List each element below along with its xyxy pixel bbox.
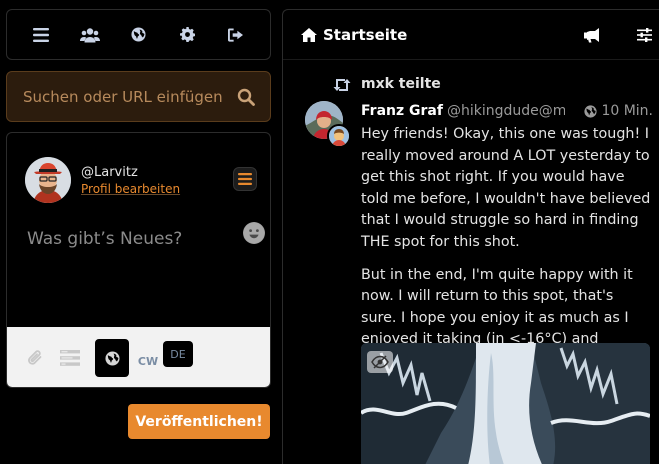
timeline-title[interactable]: Startseite bbox=[323, 26, 407, 44]
privacy-globe-icon[interactable] bbox=[95, 339, 129, 377]
globe-icon[interactable] bbox=[127, 24, 149, 46]
post-time: 10 Min. bbox=[601, 103, 653, 119]
compose-profile: @Larvitz Profil bearbeiten bbox=[25, 157, 180, 203]
home-icon bbox=[301, 27, 317, 43]
post-paragraph: Hey friends! Okay, this one was tough! I… bbox=[361, 126, 651, 250]
poll-icon[interactable] bbox=[59, 348, 81, 368]
post-header: Franz Graf @hikingdude@mas… 10 Min. bbox=[361, 101, 657, 121]
menu-icon[interactable] bbox=[30, 24, 52, 46]
people-icon[interactable] bbox=[79, 24, 101, 46]
search-bar bbox=[6, 71, 271, 122]
content-warning-button[interactable]: CW bbox=[137, 349, 159, 368]
compose-box: @Larvitz Profil bearbeiten Was gibt’s Ne… bbox=[6, 132, 271, 388]
compose-menu-button[interactable] bbox=[233, 167, 257, 191]
post-author-acct[interactable]: @hikingdude@mas… bbox=[447, 103, 565, 119]
search-input[interactable] bbox=[23, 87, 236, 106]
bars-icon bbox=[238, 173, 252, 185]
hide-media-eye-icon[interactable] bbox=[367, 351, 393, 373]
post-media-image[interactable] bbox=[361, 343, 650, 464]
logout-icon[interactable] bbox=[225, 24, 247, 46]
column-settings-icon[interactable] bbox=[635, 26, 653, 44]
timeline-header: Startseite bbox=[283, 10, 659, 60]
search-icon[interactable] bbox=[236, 87, 256, 107]
compose-toolbar: CW DE bbox=[7, 327, 270, 387]
retweet-icon bbox=[333, 77, 351, 91]
emoji-icon[interactable] bbox=[243, 222, 265, 244]
gear-icon[interactable] bbox=[176, 24, 198, 46]
app-page: @Larvitz Profil bearbeiten Was gibt’s Ne… bbox=[0, 0, 659, 464]
post-timestamp[interactable]: 10 Min. bbox=[584, 103, 657, 119]
boosted-by[interactable]: mxk teilte bbox=[361, 76, 441, 92]
avatar[interactable] bbox=[25, 157, 71, 203]
profile-info: @Larvitz Profil bearbeiten bbox=[81, 164, 180, 197]
nav-bar bbox=[6, 9, 271, 60]
profile-handle: @Larvitz bbox=[81, 164, 138, 180]
booster-avatar[interactable] bbox=[327, 124, 351, 148]
compose-textarea[interactable]: Was gibt’s Neues? bbox=[27, 229, 182, 249]
home-timeline: Startseite mxk teilte Franz Graf @hiking… bbox=[282, 9, 659, 464]
publish-button[interactable]: Veröffentlichen! bbox=[128, 404, 270, 439]
edit-profile-link[interactable]: Profil bearbeiten bbox=[81, 181, 180, 197]
paperclip-icon[interactable] bbox=[25, 348, 45, 368]
public-globe-icon bbox=[584, 104, 598, 118]
boost-line: mxk teilte bbox=[333, 76, 441, 92]
post-author-name[interactable]: Franz Graf bbox=[361, 103, 443, 119]
language-button[interactable]: DE bbox=[163, 341, 193, 367]
announcements-icon[interactable] bbox=[583, 26, 601, 44]
